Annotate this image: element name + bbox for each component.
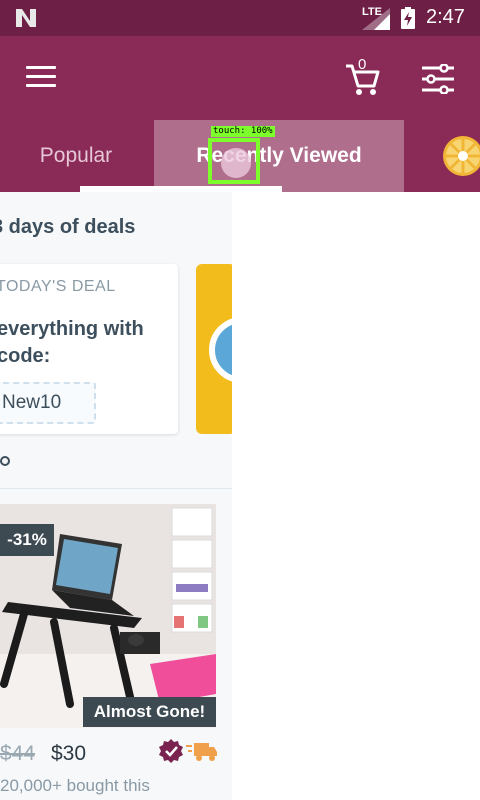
todays-deal-card[interactable]: TODAY'S DEAL everything with code: New10 [0,264,178,434]
deal-description: everything with code: [0,318,144,367]
sale-price: $30 [51,742,87,765]
touch-indicator-label: touch: 100% [211,126,275,137]
filter-sliders-icon[interactable] [420,64,456,94]
app-bar: 0 [0,36,480,120]
content-panel: 3 days of deals TODAY'S DEAL everything … [0,192,232,800]
menu-icon[interactable] [26,66,58,90]
deal-label: TODAY'S DEAL [0,278,116,295]
promo-code[interactable]: New10 [0,382,96,424]
verified-badge-icon [159,739,183,763]
purchase-count: 20,000+ bought this [0,776,150,795]
signal-icon [362,8,390,30]
stock-status-badge: Almost Gone! [83,697,216,727]
section-divider [0,488,232,489]
deals-section-title: 3 days of deals [0,216,136,238]
notification-n-icon [16,9,36,27]
original-price: $44 [0,742,36,765]
next-deal-card[interactable] [196,264,232,434]
shipping-truck-icon [186,743,217,761]
touch-indicator-box [208,138,260,184]
status-bar: LTE 2:47 [0,0,480,36]
clock: 2:47 [426,6,465,28]
tab-next-category-icon[interactable] [443,136,480,176]
carousel-indicator [0,456,10,466]
battery-charging-icon [401,7,415,29]
tab-popular[interactable]: Popular [0,120,152,192]
cart-count-badge: 0 [358,56,367,73]
discount-badge: -31% [0,524,54,556]
tab-recently-viewed[interactable]: Recently Viewed [154,120,404,192]
